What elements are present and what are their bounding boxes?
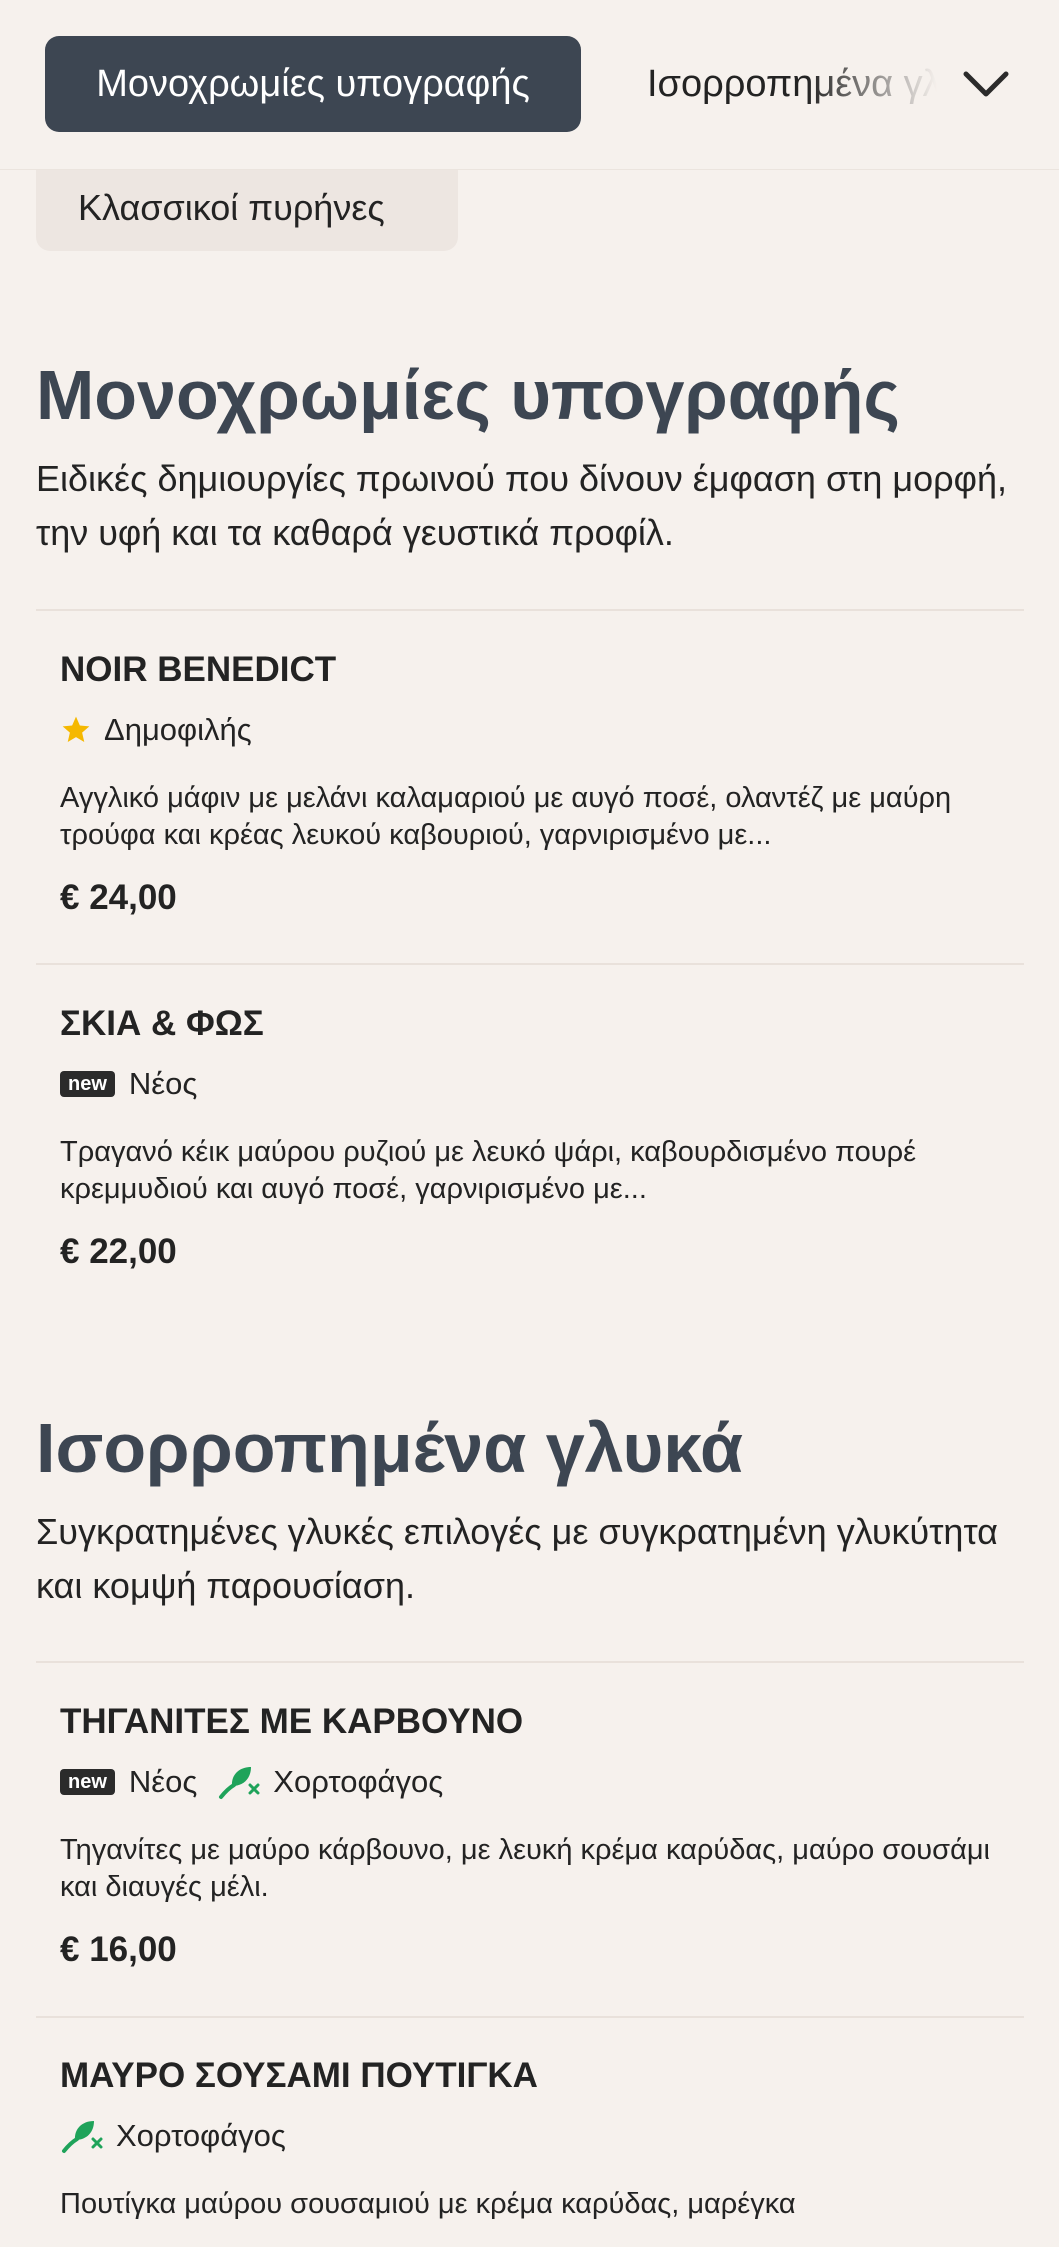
item-description: Τραγανό κέικ μαύρου ρυζιού με λευκό ψάρι…	[60, 1136, 917, 1205]
tab-signature-monochromes[interactable]: Μονοχρωμίες υπογραφής	[45, 36, 581, 132]
item-price: € 22,00	[60, 1232, 177, 1271]
divider	[36, 609, 1024, 611]
section-description: Ειδικές δημιουργίες πρωινού που δίνουν έ…	[36, 458, 1008, 553]
new-tag-icon: new	[60, 1769, 115, 1795]
item-badges: new Νέος	[60, 1064, 1010, 1104]
section-title: Μονοχρωμίες υπογραφής	[36, 356, 900, 434]
item-price: € 16,00	[60, 1930, 177, 1969]
leaf-icon	[62, 2121, 103, 2153]
leaf-icon	[219, 1767, 260, 1799]
tab-classic-cores[interactable]: Κλασσικοί πυρήνες	[36, 165, 458, 251]
section-description: Συγκρατημένες γλυκές επιλογές με συγκρατ…	[36, 1511, 998, 1606]
divider	[36, 2016, 1024, 2018]
badge-popular: Δημοφιλής	[60, 712, 252, 748]
menu-item[interactable]: ΤΗΓΑΝΙΤΕΣ ΜΕ ΚΑΡΒΟΥΝΟ new Νέος Χορτοφάγο…	[60, 1698, 1010, 1970]
badge-vegetarian: Χορτοφάγος	[217, 1764, 443, 1800]
badge-new: new Νέος	[60, 1764, 197, 1800]
category-nav-bar: Μονοχρωμίες υπογραφής Ισορροπημένα γλυκά	[0, 0, 1059, 170]
badge-label: Δημοφιλής	[104, 712, 252, 747]
divider	[36, 1661, 1024, 1663]
item-description: Αγγλικό μάφιν με μελάνι καλαμαριού με αυ…	[60, 782, 952, 851]
badge-label: Νέος	[128, 1764, 198, 1799]
new-tag-icon: new	[60, 1071, 115, 1097]
menu-item[interactable]: ΜΑΥΡΟ ΣΟΥΣΑΜΙ ΠΟΥΤΙΓΚΑ Χορτοφάγος Πουτίγ…	[60, 2052, 1010, 2247]
section-title: Ισορροπημένα γλυκά	[36, 1409, 743, 1487]
item-badges: Δημοφιλής	[60, 710, 1010, 750]
item-description: Πουτίγκα μαύρου σουσαμιού με κρέμα καρύδ…	[60, 2188, 796, 2220]
item-badges: new Νέος Χορτοφάγος	[60, 1762, 1010, 1802]
tab-balanced-sweets[interactable]: Ισορροπημένα γλυκά	[647, 36, 937, 132]
item-price: € 24,00	[60, 878, 177, 917]
badge-label: Νέος	[128, 1066, 198, 1101]
item-name: ΤΗΓΑΝΙΤΕΣ ΜΕ ΚΑΡΒΟΥΝΟ	[60, 1702, 524, 1741]
item-name: NOIR BENEDICT	[60, 650, 337, 689]
item-description: Τηγανίτες με μαύρο κάρβουνο, με λευκή κρ…	[60, 1834, 990, 1903]
item-name: ΣΚΙΑ & ΦΩΣ	[60, 1004, 264, 1043]
item-badges: Χορτοφάγος	[60, 2116, 1010, 2156]
badge-new: new Νέος	[60, 1066, 197, 1102]
chevron-down-icon[interactable]	[960, 60, 1012, 108]
menu-item[interactable]: ΣΚΙΑ & ΦΩΣ new Νέος Τραγανό κέικ μαύρου …	[60, 1000, 1010, 1272]
item-name: ΜΑΥΡΟ ΣΟΥΣΑΜΙ ΠΟΥΤΙΓΚΑ	[60, 2056, 538, 2095]
divider	[36, 963, 1024, 965]
badge-label: Χορτοφάγος	[273, 1764, 444, 1799]
badge-vegetarian: Χορτοφάγος	[60, 2118, 286, 2154]
badge-label: Χορτοφάγος	[116, 2118, 286, 2153]
menu-item[interactable]: NOIR BENEDICT Δημοφιλής Αγγλικό μάφιν με…	[60, 646, 1010, 918]
star-icon	[62, 716, 90, 742]
